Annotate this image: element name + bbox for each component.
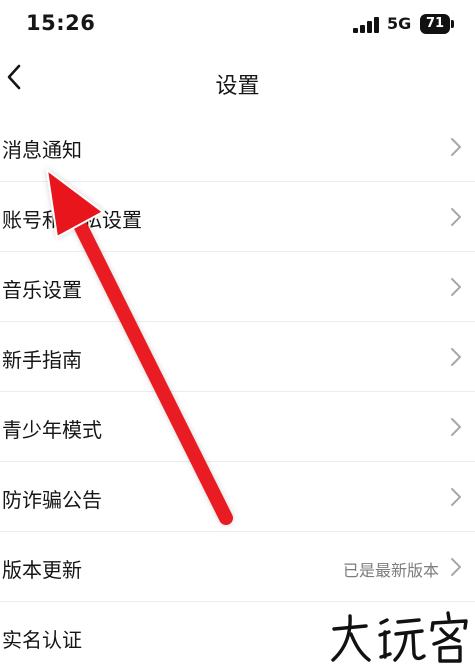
page-title: 设置 [215, 74, 260, 99]
settings-row-version-update[interactable]: 版本更新 已是最新版本 [0, 532, 475, 602]
settings-row-beginner-guide[interactable]: 新手指南 [0, 322, 475, 392]
chevron-right-icon [451, 488, 461, 506]
status-bar: 15:26 5G 71 [0, 0, 475, 52]
battery-level: 71 [425, 16, 445, 31]
settings-row-label: 实名认证 [2, 628, 82, 652]
watermark-logo-icon [331, 611, 468, 663]
chevron-right-icon [451, 138, 461, 156]
settings-row-label: 新手指南 [2, 348, 82, 372]
settings-row-label: 账号和隐私设置 [2, 208, 142, 232]
settings-row-label: 版本更新 [2, 558, 82, 582]
chevron-right-icon [451, 558, 461, 576]
settings-row-account-privacy[interactable]: 账号和隐私设置 [0, 182, 475, 252]
settings-row-music-settings[interactable]: 音乐设置 [0, 252, 475, 322]
settings-row-label: 青少年模式 [2, 418, 102, 442]
settings-list: 消息通知 账号和隐私设置 音乐设置 新手指南 青少年模式 防诈骗公告 版本更新 … [0, 112, 475, 666]
settings-screen: 15:26 5G 71 设置 消息通知 账号和隐私设置 音乐设置 新手指南 青少… [0, 0, 475, 666]
settings-row-label: 消息通知 [2, 138, 82, 162]
settings-row-anti-fraud-notice[interactable]: 防诈骗公告 [0, 462, 475, 532]
chevron-right-icon [451, 348, 461, 366]
settings-row-value: 已是最新版本 [342, 561, 439, 580]
nav-bar: 设置 [0, 52, 475, 112]
chevron-right-icon [451, 418, 461, 436]
battery-tip [451, 20, 454, 28]
network-type: 5G [387, 14, 412, 33]
chevron-right-icon [451, 278, 461, 296]
status-time: 15:26 [26, 11, 96, 35]
chevron-right-icon [451, 208, 461, 226]
settings-row-label: 防诈骗公告 [2, 488, 102, 512]
watermark-logo [328, 610, 473, 664]
settings-row-message-notifications[interactable]: 消息通知 [0, 112, 475, 182]
settings-row-label: 音乐设置 [2, 278, 82, 302]
cellular-signal-icon [353, 17, 381, 33]
settings-row-teen-mode[interactable]: 青少年模式 [0, 392, 475, 462]
battery-icon: 71 [420, 14, 450, 34]
